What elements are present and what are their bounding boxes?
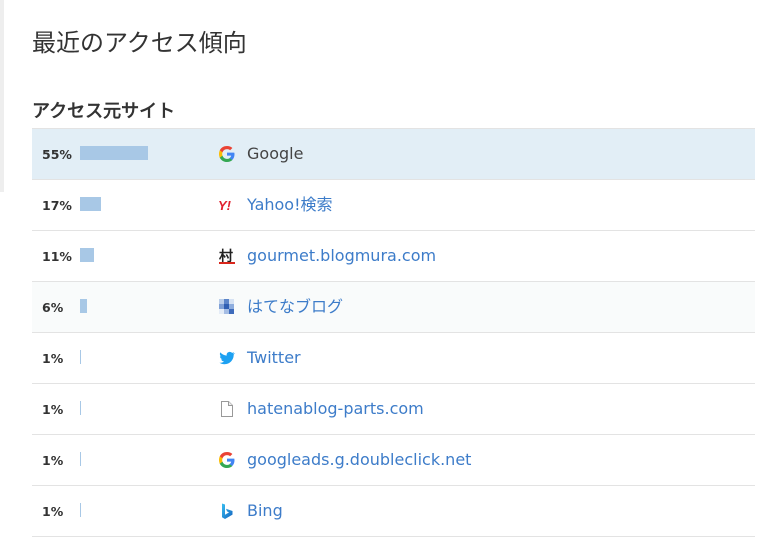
referrer-table: 55% Google 17% Y! Yahoo!検索 11% 村 gourmet…	[32, 128, 755, 537]
bing-icon	[218, 502, 236, 520]
percent-value: 1%	[42, 402, 64, 417]
site-link-hatena-blog[interactable]: はてなブログ	[247, 282, 343, 332]
percent-value: 55%	[42, 147, 72, 162]
access-trend-panel: 最近のアクセス傾向 アクセス元サイト 55% Google 17% Y! Yah…	[0, 0, 782, 556]
blogmura-icon: 村	[218, 247, 236, 265]
site-link-twitter[interactable]: Twitter	[247, 333, 301, 383]
yahoo-icon: Y!	[218, 196, 236, 214]
site-link-bing[interactable]: Bing	[247, 486, 283, 536]
percent-value: 6%	[42, 300, 64, 315]
twitter-bird-icon	[218, 349, 236, 367]
percent-value: 11%	[42, 249, 72, 264]
percent-value: 1%	[42, 453, 64, 468]
table-row: 6% はてなブログ	[32, 282, 755, 333]
percent-value: 1%	[42, 351, 64, 366]
site-link-hatenablog-parts[interactable]: hatenablog-parts.com	[247, 384, 424, 434]
percent-value: 17%	[42, 198, 72, 213]
table-row: 11% 村 gourmet.blogmura.com	[32, 231, 755, 282]
share-bar	[80, 299, 87, 313]
svg-text:Y!: Y!	[218, 198, 232, 213]
table-row: 55% Google	[32, 129, 755, 180]
share-bar	[80, 452, 81, 466]
google-icon	[218, 451, 236, 469]
section-title: アクセス元サイト	[32, 100, 176, 122]
document-icon	[218, 400, 236, 418]
site-link-yahoo[interactable]: Yahoo!検索	[247, 180, 333, 230]
hatena-blog-icon	[218, 298, 236, 316]
share-bar	[80, 350, 81, 364]
share-bar	[80, 503, 81, 517]
share-bar	[80, 401, 81, 415]
percent-value: 1%	[42, 504, 64, 519]
google-icon	[218, 145, 236, 163]
site-link-blogmura[interactable]: gourmet.blogmura.com	[247, 231, 436, 281]
table-row: 1% Twitter	[32, 333, 755, 384]
table-row: 1% googleads.g.doubleclick.net	[32, 435, 755, 486]
share-bar	[80, 146, 148, 160]
page-title: 最近のアクセス傾向	[32, 29, 247, 58]
table-row: 1% Bing	[32, 486, 755, 537]
left-edge-strip	[0, 0, 4, 192]
table-row: 17% Y! Yahoo!検索	[32, 180, 755, 231]
table-row: 1% hatenablog-parts.com	[32, 384, 755, 435]
share-bar	[80, 197, 101, 211]
site-link-googleads[interactable]: googleads.g.doubleclick.net	[247, 435, 471, 485]
share-bar	[80, 248, 94, 262]
site-link-google[interactable]: Google	[247, 129, 303, 179]
